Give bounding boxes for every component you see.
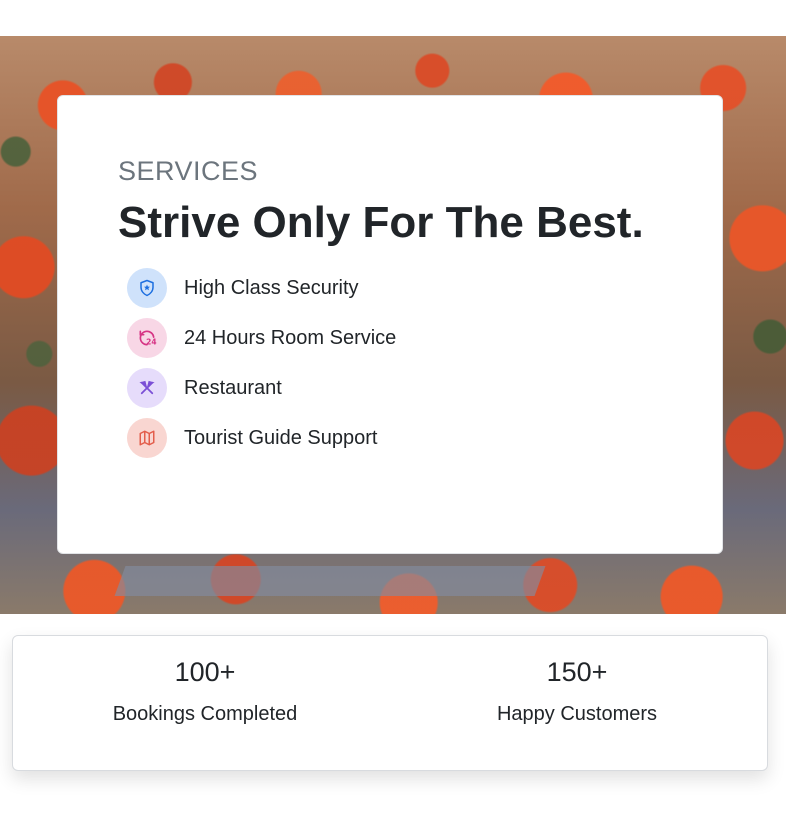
stats-panel: 100+ Bookings Completed 150+ Happy Custo… — [12, 635, 768, 771]
services-card: SERVICES Strive Only For The Best. High … — [57, 95, 723, 554]
hero-road-strip — [114, 566, 546, 596]
feature-label: 24 Hours Room Service — [184, 326, 397, 349]
feature-item-room-service: 24 24 Hours Room Service — [127, 318, 396, 358]
feature-label: Tourist Guide Support — [184, 426, 378, 449]
feature-label: High Class Security — [184, 276, 359, 299]
stat-label: Bookings Completed — [112, 703, 298, 725]
stat-label: Happy Customers — [496, 703, 658, 725]
feature-label: Restaurant — [184, 376, 282, 399]
clock-24-icon: 24 — [127, 318, 167, 358]
feature-item-restaurant: Restaurant — [127, 368, 396, 408]
stat-value: 100+ — [174, 657, 236, 687]
feature-list: High Class Security 24 24 Hours Room Ser… — [127, 268, 396, 468]
map-icon — [127, 418, 167, 458]
stat-value: 150+ — [546, 657, 608, 687]
section-eyebrow: SERVICES — [118, 156, 259, 186]
shield-star-icon — [127, 268, 167, 308]
stat-bookings: 100+ Bookings Completed — [55, 656, 355, 726]
svg-text:24: 24 — [146, 338, 156, 347]
stat-customers: 150+ Happy Customers — [427, 656, 727, 726]
feature-item-tourist-guide: Tourist Guide Support — [127, 418, 396, 458]
fork-knife-icon — [127, 368, 167, 408]
section-headline: Strive Only For The Best. — [118, 198, 644, 247]
feature-item-security: High Class Security — [127, 268, 396, 308]
